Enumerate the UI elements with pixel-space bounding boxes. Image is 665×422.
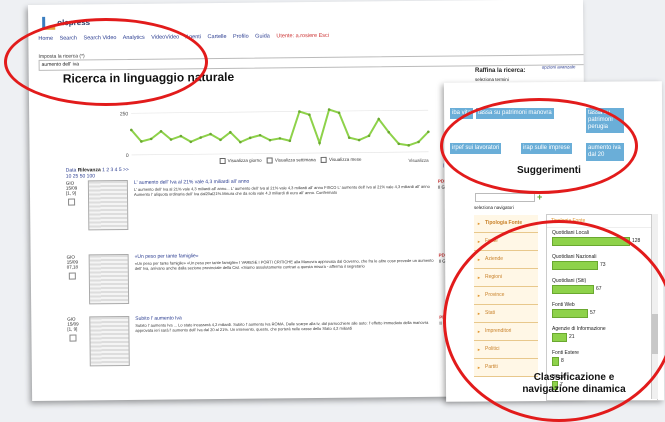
result-snippet: «Un peso per tante famiglie» «Un peso pe… (134, 257, 434, 271)
nav-cartelle[interactable]: Cartelle (208, 34, 227, 40)
pagination[interactable]: 1 2 3 4 5 >> (102, 167, 129, 173)
result-item: GIO 15/09 [1, 9] L' aumento dell' Iva al 2… (65, 177, 458, 241)
result-snippet: Subito l' aumento Iva ... Lo stato incas… (135, 319, 429, 333)
refine-title: Raffina la ricerca: (475, 68, 526, 74)
plus-icon[interactable]: + (537, 193, 544, 202)
result-title[interactable]: Subito l' aumento Iva (135, 315, 182, 321)
terms-label: seleziona termini (475, 77, 509, 82)
per-page-options[interactable]: 10 25 50 100 (66, 173, 95, 179)
callout-oval-navigation (443, 220, 665, 422)
result-thumbnail[interactable] (87, 179, 129, 231)
chart-ytick-label: 250 (120, 111, 129, 117)
result-item: GIO 15/09 [1, 9] Subito l' aumento Iva Sub… (67, 313, 456, 377)
result-date: GIO 15/09 07,18 (66, 254, 79, 270)
trend-chart-svg: 250 0 Visualizza (120, 108, 430, 163)
result-title[interactable]: L' aumento dell' Iva al 21% vale 4,3 mil… (134, 179, 249, 186)
nav-profilo[interactable]: Profilo (233, 34, 249, 40)
result-thumbnail[interactable] (89, 315, 130, 367)
checkbox-week[interactable] (266, 157, 273, 164)
callout-oval-search (4, 18, 208, 106)
chart-gridline (131, 151, 429, 156)
chart-x-end-label: Visualizza (408, 158, 429, 163)
result-item: GIO 15/09 07,18 «Un peso per tante famigli… (66, 251, 481, 315)
chart-series-line (130, 108, 430, 147)
refine-input[interactable] (475, 193, 535, 202)
result-snippet: L' aumento dell' Iva al 21% vale 4,3 mil… (133, 183, 430, 197)
chart-gridline (131, 109, 429, 114)
legend-month: Visualizza mese (329, 156, 362, 163)
chart-ytick-label: 0 (126, 153, 129, 159)
result-checkbox[interactable] (68, 198, 76, 206)
legend-day: Visualizza giorno (227, 157, 262, 164)
checkbox-month[interactable] (321, 156, 328, 163)
navigators-label: seleziona navigatori (474, 205, 514, 210)
advanced-options-link[interactable]: opzioni avanzate (542, 64, 576, 69)
result-date: GIO 15/09 [1, 9] (65, 180, 78, 196)
callout-oval-suggestions (440, 98, 638, 194)
result-checkbox[interactable] (68, 272, 76, 280)
user-logout-link[interactable]: Utente: a.rosiere Esci (276, 33, 329, 40)
nav-guida[interactable]: Guida (255, 33, 270, 39)
checkbox-day[interactable] (219, 157, 226, 165)
result-thumbnail[interactable] (88, 253, 130, 305)
result-checkbox[interactable] (69, 334, 77, 342)
legend-week: Visualizza settimana (274, 157, 316, 163)
result-date: GIO 15/09 [1, 9] (67, 316, 79, 332)
result-title[interactable]: «Un peso per tante famiglie» (135, 253, 199, 260)
trend-chart: 250 0 Visualizza (113, 96, 434, 167)
sort-bar: Data Rilevanza 1 2 3 4 5 >> 10 25 50 100 (66, 167, 129, 180)
